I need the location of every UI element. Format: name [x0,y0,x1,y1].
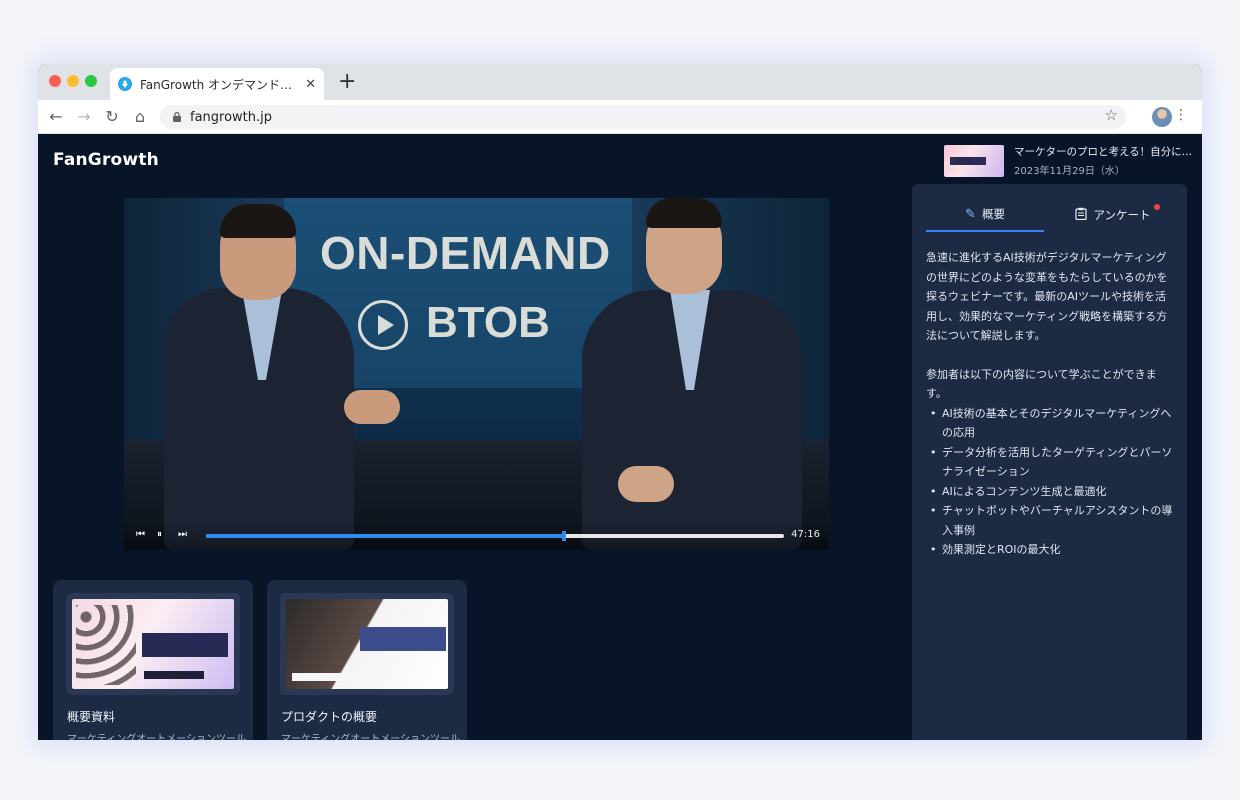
tab-label: 概要 [981,207,1005,221]
back-button[interactable]: ← [46,107,66,127]
browser-tab[interactable]: FanGrowth オンデマンド配信… ✕ [110,68,324,100]
video-progress-bar[interactable] [206,531,784,541]
list-item: データ分析を活用したターゲティングとパーソナライゼーション [926,443,1176,482]
event-date: 2023年11月29日（水） [1014,166,1125,177]
description-paragraph: 参加者は以下の内容について学ぶことができます。 [926,367,1157,401]
browser-toolbar: ← → ↻ ⌂ fangrowth.jp ☆ ⋮ [38,100,1202,134]
clipboard-icon [1075,207,1088,224]
list-item: チャットボットやバーチャルアシスタントの導入事例 [926,501,1176,540]
address-bar[interactable]: fangrowth.jp [160,105,1126,129]
tab-bar: FanGrowth オンデマンド配信… ✕ + [38,64,1202,100]
video-duration: 47:16 [791,529,820,540]
material-card[interactable]: 概要資料 マーケティングオートメーションツール [53,580,253,740]
maximize-window-button[interactable] [85,75,97,87]
browser-window: FanGrowth オンデマンド配信… ✕ + ← → ↻ ⌂ fangrowt… [38,64,1202,740]
header-event[interactable]: マーケターのプロと考える！自分に… 2023年11月29日（水） [944,144,1192,177]
new-tab-button[interactable]: + [338,70,356,94]
tab-label: アンケート [1093,208,1151,222]
list-item: AI技術の基本とそのデジタルマーケティングへの応用 [926,404,1176,443]
profile-avatar[interactable] [1152,107,1172,127]
material-thumbnail [286,599,448,689]
notification-dot [1154,204,1160,210]
event-title: マーケターのプロと考える！自分に… [1014,146,1193,158]
description-paragraph: 急速に進化するAI技術がデジタルマーケティングの世界にどのような変革をもたらして… [926,251,1168,342]
list-item: AIによるコンテンツ生成と最適化 [926,482,1176,502]
reload-button[interactable]: ↻ [102,107,122,127]
home-button[interactable]: ⌂ [130,107,150,127]
video-progress-handle[interactable] [562,531,567,541]
skip-forward-icon[interactable]: ⏭ [178,529,187,541]
learning-points-list: AI技術の基本とそのデジタルマーケティングへの応用 データ分析を活用したターゲテ… [926,404,1176,560]
browser-menu-icon[interactable]: ⋮ [1174,107,1188,123]
sidebar-tabs: ✎ 概要 アンケート [926,198,1172,234]
minimize-window-button[interactable] [67,75,79,87]
pause-icon[interactable]: ⏸ [157,529,162,541]
video-headline: ON-DEMAND [320,227,611,279]
bookmark-star-icon[interactable]: ☆ [1105,106,1118,124]
list-item: 効果測定とROIの最大化 [926,540,1176,560]
overview-content: 急速に進化するAI技術がデジタルマーケティングの世界にどのような変革をもたらして… [926,248,1176,560]
favicon-icon [118,77,132,91]
url-text: fangrowth.jp [190,109,273,125]
tab-close-icon[interactable]: ✕ [305,77,316,92]
pen-icon: ✎ [965,206,976,222]
event-thumbnail [944,144,1004,177]
fangrowth-logo[interactable]: FanGrowth [53,150,159,170]
material-thumbnail [72,599,234,689]
page-content: FanGrowth マーケターのプロと考える！自分に… 2023年11月29日（… [38,134,1202,740]
card-title: プロダクトの概要 [281,710,378,724]
video-player[interactable]: ON-DEMAND BTOB ⏮ ⏸ ⏭ 47:16 [124,198,829,550]
card-subtitle: マーケティングオートメーションツール [67,734,246,740]
forward-button[interactable]: → [74,107,94,127]
close-window-button[interactable] [49,75,61,87]
info-sidebar: ✎ 概要 アンケート 急速に進化するAI技術がデジタルマーケティングの世界にどの… [912,184,1187,740]
play-circle-icon [358,300,408,350]
tab-overview[interactable]: ✎ 概要 [926,198,1044,232]
video-subline: BTOB [426,298,550,347]
skip-back-icon[interactable]: ⏮ [136,529,145,541]
card-title: 概要資料 [67,710,116,724]
lock-icon [173,111,181,122]
video-controls: ⏮ ⏸ ⏭ 47:16 [124,522,829,550]
video-progress-fill [206,534,565,538]
tab-title: FanGrowth オンデマンド配信… [140,77,300,92]
material-card[interactable]: プロダクトの概要 マーケティングオートメーションツール [267,580,467,740]
card-subtitle: マーケティングオートメーションツール [281,734,460,740]
tab-survey[interactable]: アンケート [1054,198,1172,232]
